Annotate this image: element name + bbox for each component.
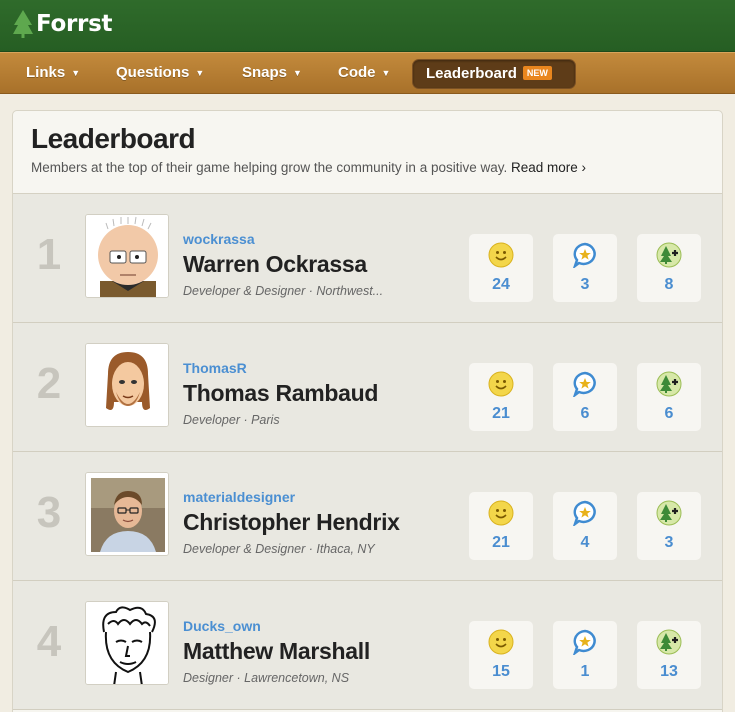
rank-number: 3 [36,488,62,537]
nav-snaps[interactable]: Snaps ▼ [242,53,302,94]
avatar[interactable] [85,343,169,427]
member-meta: Developer & Designer · Northwest... [183,284,384,298]
stat-follows[interactable]: 8 [637,234,701,302]
avatar[interactable] [85,472,169,556]
stat-likes[interactable]: 24 [469,234,533,302]
stat-featured[interactable]: 4 [553,492,617,560]
card-header: Leaderboard Members at the top of their … [13,111,722,194]
stat-follows[interactable]: 3 [637,492,701,560]
description-text: Members at the top of their game helping… [31,160,508,175]
stat-value: 3 [664,534,674,551]
leaderboard-card: Leaderboard Members at the top of their … [12,110,723,712]
username-link[interactable]: Ducks_own [183,618,261,634]
leader-row: 4 Ducks_own Matthew Marshall Designer · … [13,581,722,710]
stat-value: 21 [492,534,510,551]
nav-links-label: Links [26,64,66,81]
stat-value: 3 [580,276,590,293]
stat-likes[interactable]: 21 [469,492,533,560]
stat-value: 8 [664,276,674,293]
nav-questions-label: Questions [116,64,190,81]
nav-links[interactable]: Links ▼ [26,53,80,94]
stat-value: 6 [580,405,590,422]
stat-value: 24 [492,276,510,293]
member-name[interactable]: Warren Ockrassa [183,251,367,278]
chevron-down-icon: ▼ [195,68,205,78]
leader-row: 1 wockrassa Warren Ockrassa Developer & … [13,194,722,323]
username-link[interactable]: materialdesigner [183,489,295,505]
stat-value: 4 [580,534,590,551]
stat-value: 1 [580,663,590,680]
stat-value: 15 [492,663,510,680]
leader-row: 3 materialdesigner Christopher Hendrix D… [13,452,722,581]
read-more-link[interactable]: Read more › [511,160,586,175]
stat-value: 21 [492,405,510,422]
page-title: Leaderboard [31,123,196,154]
logo[interactable]: Forrst [12,9,112,39]
logo-text: Forrst [36,11,113,37]
stat-follows[interactable]: 6 [637,363,701,431]
member-name[interactable]: Thomas Rambaud [183,380,378,407]
member-meta: Developer & Designer · Ithaca, NY [183,542,375,556]
stat-value: 6 [664,405,674,422]
stat-follows[interactable]: 13 [637,621,701,689]
nav-code[interactable]: Code ▼ [338,53,390,94]
nav-leaderboard[interactable]: Leaderboard NEW [412,59,576,89]
nav-snaps-label: Snaps [242,64,288,81]
member-name[interactable]: Matthew Marshall [183,638,370,665]
username-link[interactable]: wockrassa [183,231,255,247]
nav-leaderboard-label: Leaderboard [426,65,517,82]
leader-row: 2 ThomasR Thomas Rambaud Developer · Par… [13,323,722,452]
stat-likes[interactable]: 15 [469,621,533,689]
main-nav: Links ▼ Questions ▼ Snaps ▼ Code ▼ Leaderboa… [0,52,735,94]
member-meta: Developer · Paris [183,413,280,427]
member-name[interactable]: Christopher Hendrix [183,509,400,536]
stat-featured[interactable]: 6 [553,363,617,431]
member-meta: Designer · Lawrencetown, NS [183,671,350,685]
rank-number: 4 [36,617,62,666]
stat-likes[interactable]: 21 [469,363,533,431]
page-description: Members at the top of their game helping… [31,160,586,175]
tree-logo-icon [12,9,34,39]
avatar[interactable] [85,214,169,298]
avatar[interactable] [85,601,169,685]
rank-number: 1 [36,230,62,279]
chevron-down-icon: ▼ [71,68,81,78]
nav-questions[interactable]: Questions ▼ [116,53,204,94]
new-badge: NEW [522,66,552,80]
chevron-down-icon: ▼ [293,68,302,78]
stat-featured[interactable]: 3 [553,234,617,302]
nav-code-label: Code [338,64,376,81]
stat-value: 13 [660,663,678,680]
stat-featured[interactable]: 1 [553,621,617,689]
username-link[interactable]: ThomasR [183,360,247,376]
rank-number: 2 [36,359,62,408]
chevron-down-icon: ▼ [381,68,391,78]
top-bar: Forrst [0,0,735,52]
